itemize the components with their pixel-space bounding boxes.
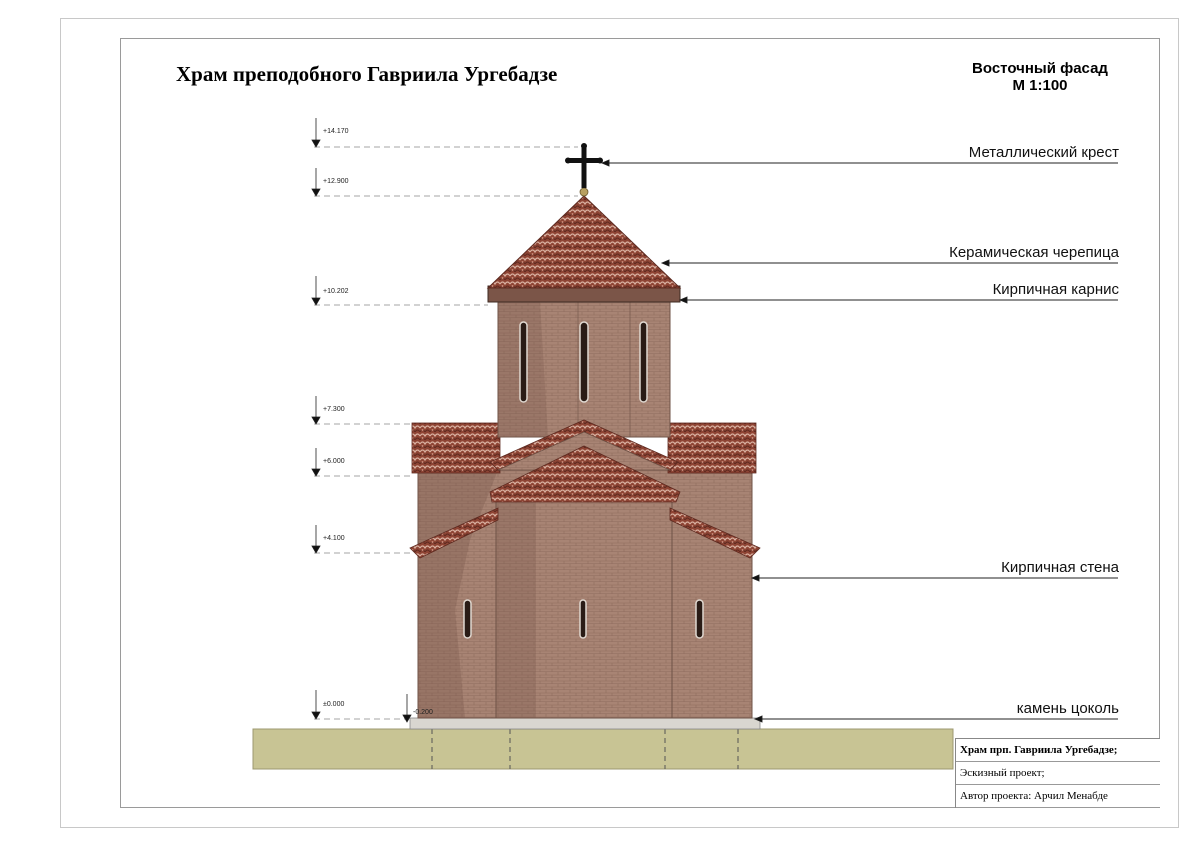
stamp-author: Автор проекта: Арчил Менабде [956,785,1160,808]
level-label-eave: +6.000 [323,458,345,465]
ground-strip [252,728,954,770]
level-label-zero: ±0.000 [323,701,345,708]
right-roof-block [667,422,757,474]
level-label-cross-top: +14.170 [323,128,349,135]
level-label-slope: +4.100 [323,535,345,542]
callout-brick-cornice: Кирпичная карнис [992,281,1119,298]
elevation-drawing [252,118,1118,770]
apse-shadow [496,500,536,718]
stamp-project: Храм прп. Гавриила Ургебадзе; [956,739,1160,762]
callout-ceramic-tile: Керамическая черепица [949,244,1119,261]
callout-stone-plinth: камень цоколь [1016,700,1119,717]
level-markers [311,118,412,723]
level-label-roof: +7.300 [323,406,345,413]
level-label-cone-top: +12.900 [323,178,349,185]
dome-cone-roof [486,195,682,289]
title-block-stamp: Храм прп. Гавриила Ургебадзе; Эскизный п… [955,738,1160,808]
metal-cross-icon [565,143,603,188]
stamp-stage: Эскизный проект; [956,762,1160,785]
level-label-cornice: +10.202 [323,288,349,295]
left-roof-block [411,422,501,474]
plinth [409,717,761,730]
callout-metal-cross: Металлический крест [968,144,1119,161]
callout-brick-wall: Кирпичная стена [1001,559,1119,576]
cross-ball [579,187,589,197]
level-label-ground: -0.200 [413,709,433,716]
